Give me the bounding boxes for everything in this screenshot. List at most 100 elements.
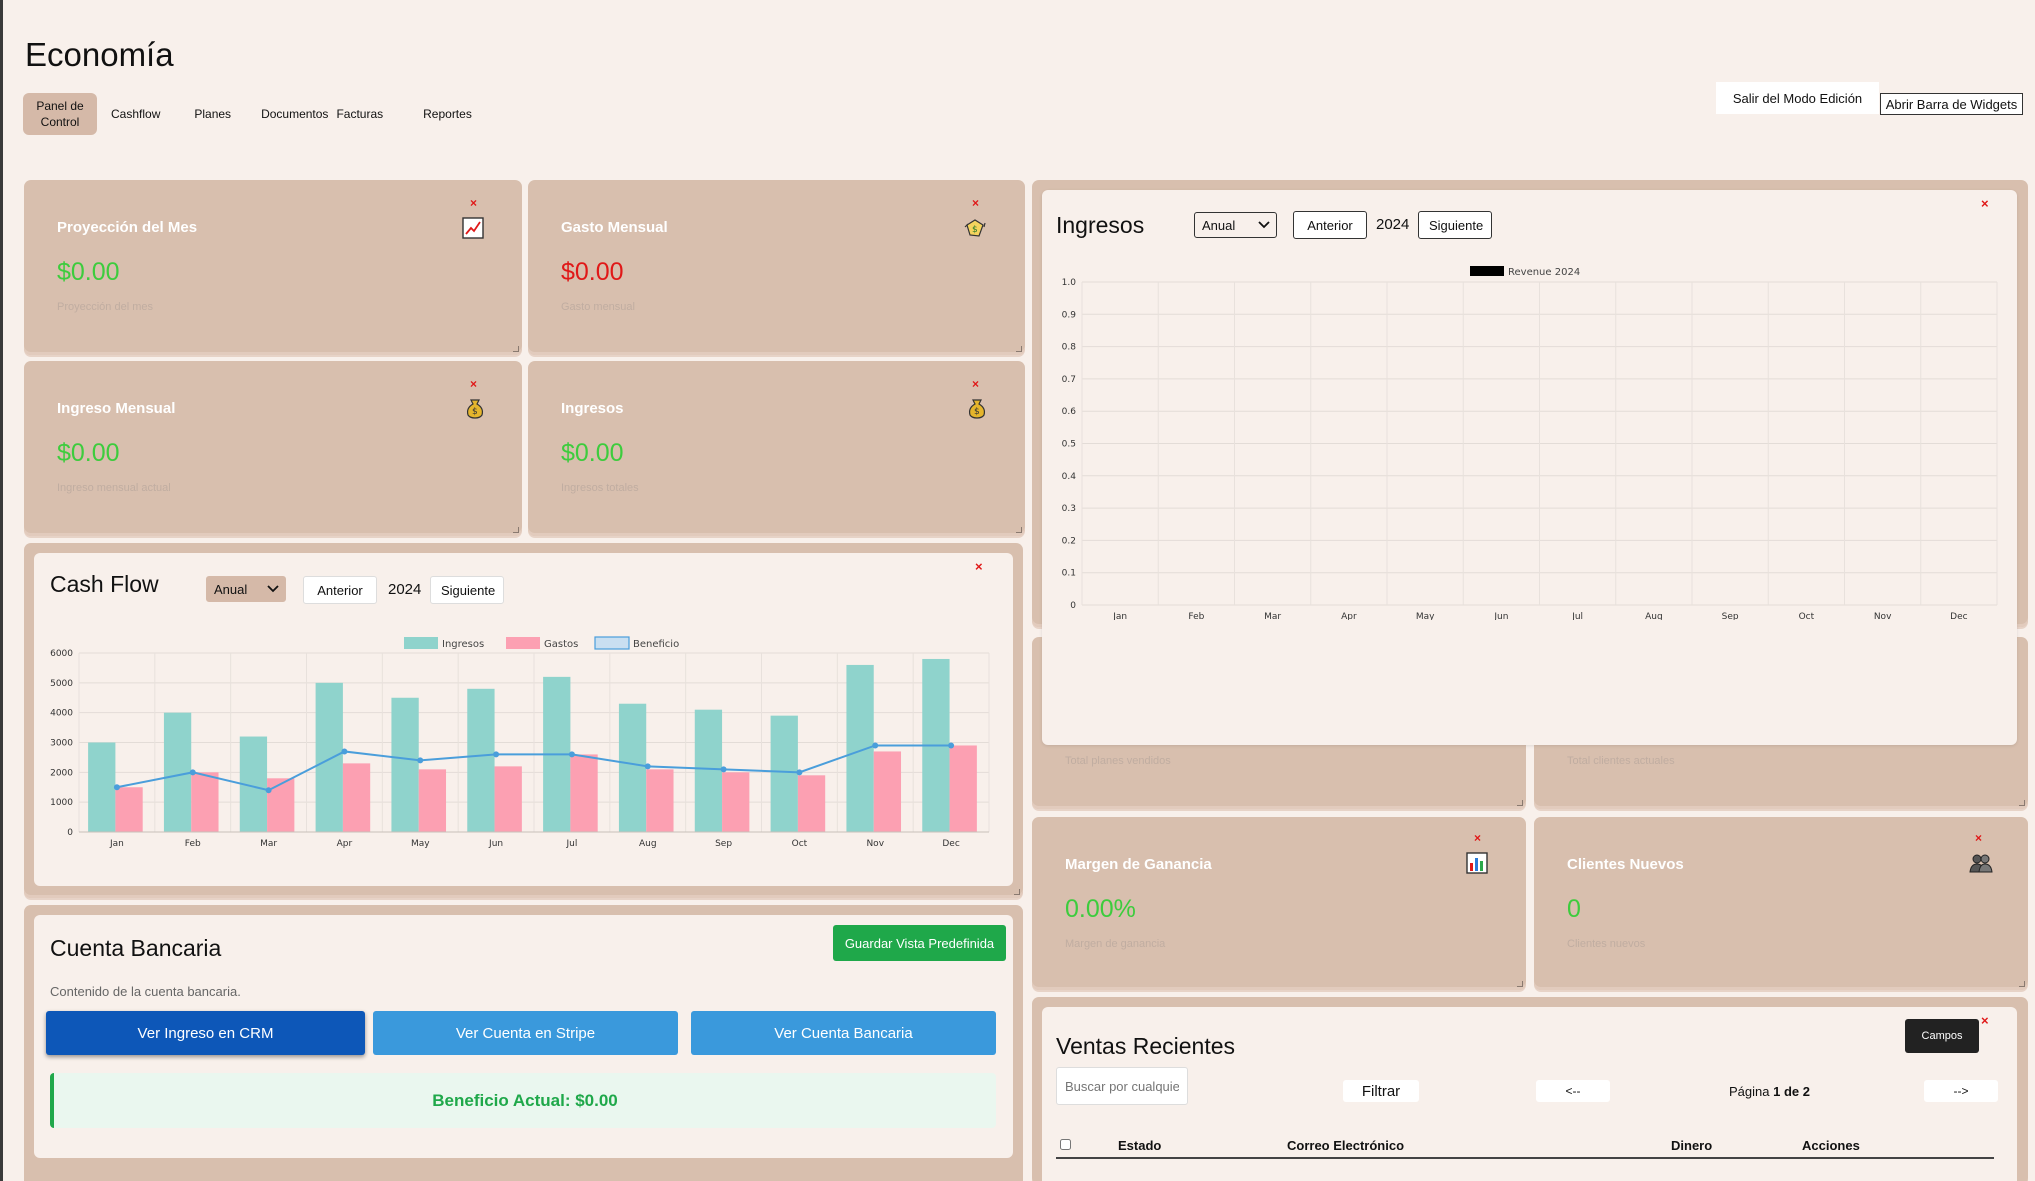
money-bag-icon: $ (966, 397, 988, 419)
x-tick-label: May (411, 839, 430, 849)
kpi-value: $0.00 (57, 258, 120, 286)
kpi-card-margin[interactable]: × Margen de Ganancia 0.00% Margen de gan… (1032, 817, 1526, 990)
point-beneficio (265, 787, 272, 794)
x-tick-label: May (1416, 612, 1435, 620)
legend-label: Gastos (544, 639, 578, 650)
cashflow-panel: Cash Flow × Anual Anterior 2024 Siguient… (34, 553, 1013, 886)
ingresos-prev-button[interactable]: Anterior (1293, 211, 1367, 239)
column-header-status[interactable]: Estado (1118, 1138, 1161, 1153)
kpi-card-spending[interactable]: × $ Gasto Mensual $0.00 Gasto mensual (528, 180, 1025, 355)
cashflow-next-button[interactable]: Siguiente (430, 576, 504, 604)
tab-panel-de-control[interactable]: Panel de Control (23, 93, 97, 135)
page-total: 2 (1802, 1084, 1810, 1099)
close-icon[interactable]: × (972, 377, 979, 391)
resize-handle[interactable] (2019, 981, 2025, 987)
ingresos-card: Ingresos × Anual Anterior 2024 Siguiente… (1032, 180, 2028, 745)
cashflow-prev-button[interactable]: Anterior (303, 576, 377, 604)
ingresos-year: 2024 (1376, 216, 1410, 233)
next-page-button[interactable]: --> (1924, 1080, 1998, 1102)
column-header-actions[interactable]: Acciones (1802, 1138, 1860, 1153)
x-tick-label: Aug (1645, 612, 1663, 620)
bar-gastos (646, 769, 674, 832)
y-tick-label: 4000 (50, 709, 73, 719)
close-icon[interactable]: × (1981, 1013, 1989, 1028)
resize-handle[interactable] (1016, 527, 1022, 533)
close-icon[interactable]: × (470, 196, 477, 210)
y-tick-label: 3000 (50, 739, 73, 749)
x-tick-label: Jul (1571, 612, 1583, 620)
resize-handle[interactable] (1016, 346, 1022, 352)
column-header-email[interactable]: Correo Electrónico (1287, 1138, 1404, 1153)
kpi-subtitle: Clientes nuevos (1567, 938, 1646, 950)
ingresos-next-button[interactable]: Siguiente (1418, 211, 1492, 239)
sales-search-input[interactable] (1056, 1067, 1188, 1105)
x-tick-label: Sep (1722, 612, 1739, 620)
x-tick-label: Mar (260, 839, 277, 849)
view-bank-account-button[interactable]: Ver Cuenta Bancaria (691, 1011, 996, 1055)
point-beneficio (568, 751, 575, 758)
x-tick-label: Oct (1799, 612, 1815, 620)
resize-handle[interactable] (513, 346, 519, 352)
tab-cashflow[interactable]: Cashflow (99, 106, 194, 122)
close-icon[interactable]: × (1474, 831, 1481, 845)
y-tick-label: 0.8 (1062, 343, 1077, 353)
ingresos-period-select[interactable]: Anual (1194, 212, 1277, 238)
tab-documentos[interactable]: Documentos (261, 106, 336, 122)
close-icon[interactable]: × (972, 196, 979, 210)
save-default-view-button[interactable]: Guardar Vista Predefinida (833, 925, 1006, 961)
exit-edit-mode-button[interactable]: Salir del Modo Edición (1716, 82, 1879, 114)
x-tick-label: Nov (1874, 612, 1892, 620)
money-bag-icon: $ (464, 397, 486, 419)
tab-facturas[interactable]: Facturas (336, 106, 423, 122)
kpi-value: $0.00 (561, 258, 624, 286)
bar-gastos (342, 763, 371, 832)
resize-handle[interactable] (2019, 800, 2025, 806)
bar-gastos (115, 787, 143, 832)
kpi-card-projection[interactable]: × Proyección del Mes $0.00 Proyección de… (24, 180, 522, 355)
y-tick-label: 2000 (50, 768, 73, 778)
close-icon[interactable]: × (470, 377, 477, 391)
pagination-label: Página 1 de 2 (1729, 1084, 1810, 1099)
bank-account-title: Cuenta Bancaria (50, 935, 222, 961)
cashflow-card: Cash Flow × Anual Anterior 2024 Siguient… (24, 543, 1023, 898)
y-tick-label: 0.7 (1062, 375, 1076, 385)
y-tick-label: 0.2 (1062, 536, 1076, 546)
close-icon[interactable]: × (1981, 196, 1989, 211)
column-header-money[interactable]: Dinero (1671, 1138, 1712, 1153)
tab-reportes[interactable]: Reportes (423, 106, 472, 122)
kpi-card-income[interactable]: × $ Ingresos $0.00 Ingresos totales (528, 361, 1025, 536)
resize-handle[interactable] (1014, 889, 1020, 895)
point-beneficio (720, 766, 727, 773)
open-widgets-bar-button[interactable]: Abrir Barra de Widgets (1880, 93, 2023, 115)
bar-ingresos (315, 682, 343, 832)
point-beneficio (644, 763, 651, 770)
y-tick-label: 0.5 (1062, 440, 1076, 450)
chart-up-icon (462, 217, 484, 239)
tab-planes[interactable]: Planes (194, 106, 261, 122)
select-all-checkbox[interactable] (1060, 1139, 1071, 1150)
kpi-subtitle: Gasto mensual (561, 301, 635, 313)
resize-handle[interactable] (1517, 981, 1523, 987)
x-tick-label: Mar (1264, 612, 1281, 620)
resize-handle[interactable] (1517, 800, 1523, 806)
point-beneficio (341, 748, 348, 755)
fields-button[interactable]: Campos (1905, 1019, 1979, 1053)
bar-gastos (191, 772, 219, 832)
bar-ingresos (618, 703, 647, 832)
close-icon[interactable]: × (975, 559, 983, 574)
prev-page-button[interactable]: <-- (1536, 1080, 1610, 1102)
x-tick-label: Oct (792, 839, 808, 849)
view-crm-income-button[interactable]: Ver Ingreso en CRM (46, 1011, 365, 1055)
y-tick-label: 1000 (50, 798, 73, 808)
kpi-card-monthly-income[interactable]: × $ Ingreso Mensual $0.00 Ingreso mensua… (24, 361, 522, 536)
view-stripe-account-button[interactable]: Ver Cuenta en Stripe (373, 1011, 678, 1055)
resize-handle[interactable] (513, 527, 519, 533)
legend-label: Beneficio (633, 639, 679, 650)
bar-ingresos (163, 712, 192, 832)
kpi-subtitle: Proyección del mes (57, 301, 153, 313)
kpi-card-new-clients[interactable]: × Clientes Nuevos 0 Clientes nuevos (1534, 817, 2028, 990)
filter-button[interactable]: Filtrar (1343, 1080, 1419, 1102)
point-beneficio (417, 757, 424, 764)
cashflow-period-select[interactable]: Anual (206, 576, 286, 602)
close-icon[interactable]: × (1975, 831, 1982, 845)
